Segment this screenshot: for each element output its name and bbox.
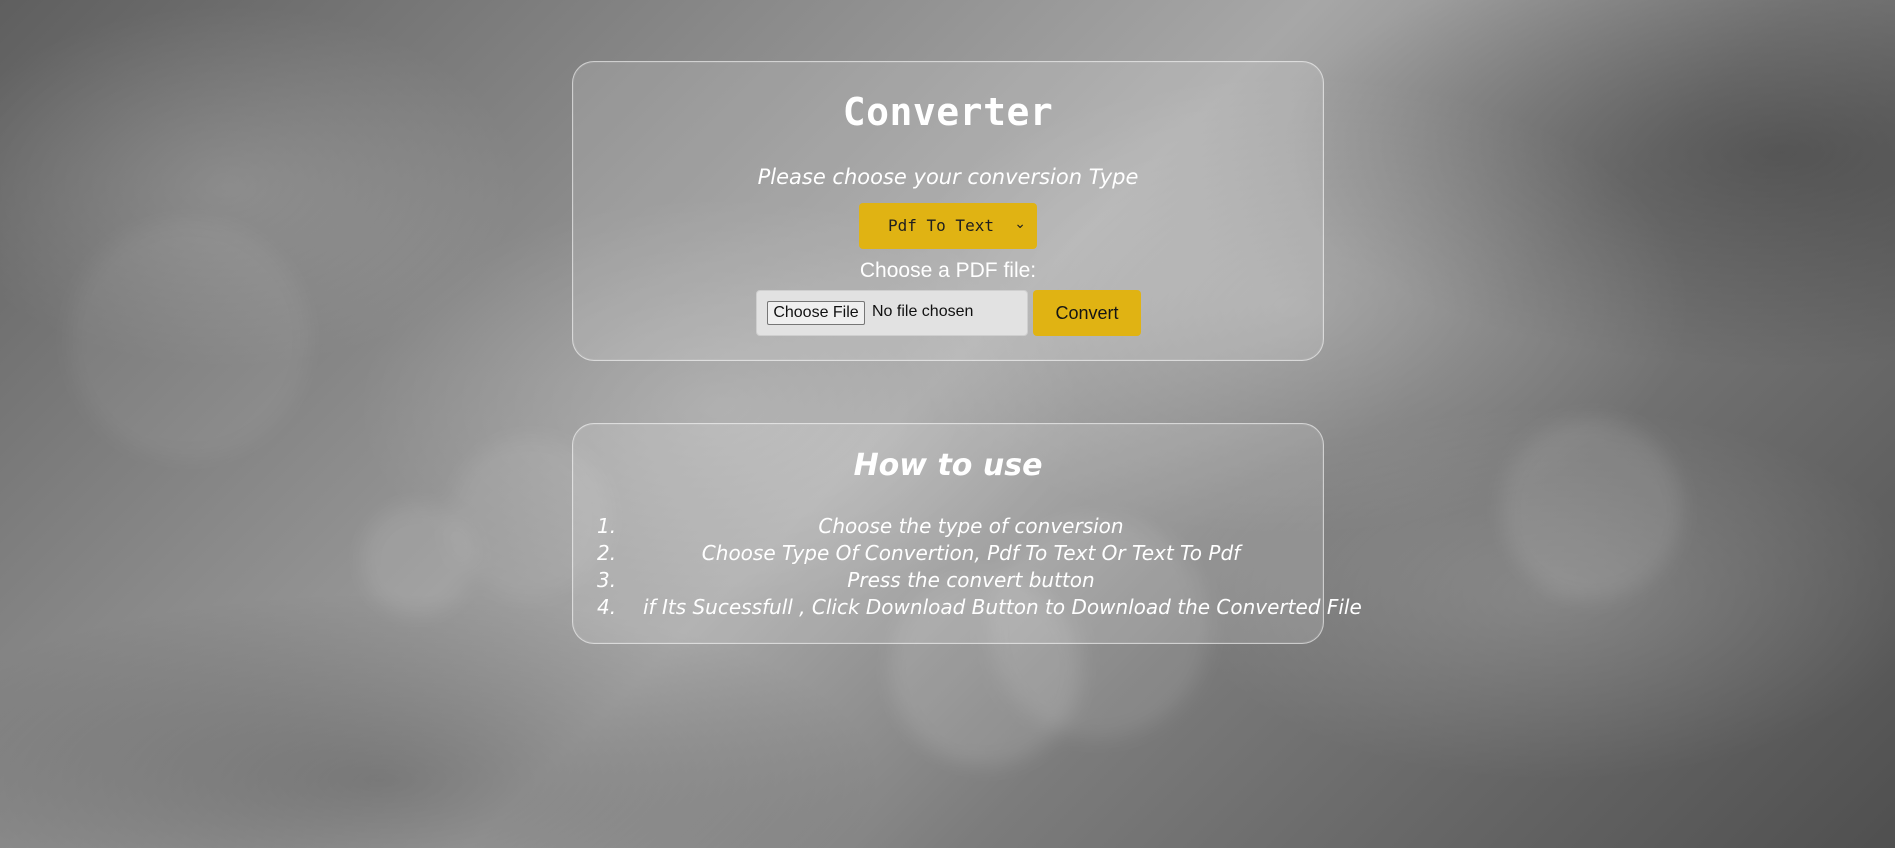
conversion-type-select[interactable]: Pdf To Text ⌄ xyxy=(859,203,1037,249)
step-text: Choose the type of conversion xyxy=(818,514,1124,538)
how-to-use-card: How to use 1. Choose the type of convers… xyxy=(572,423,1362,644)
converter-title: Converter xyxy=(842,90,1054,134)
converter-card: Converter Please choose your conversion … xyxy=(572,61,1324,361)
pdf-file-input[interactable]: Choose File No file chosen xyxy=(756,290,1028,336)
selected-conversion-type: Pdf To Text xyxy=(888,216,994,235)
step-number: 2. xyxy=(597,541,617,565)
chevron-down-icon: ⌄ xyxy=(1014,216,1026,232)
list-item: 3. Press the convert button xyxy=(573,568,1323,595)
step-text: Choose Type Of Convertion, Pdf To Text O… xyxy=(701,541,1241,565)
pdf-file-label: Choose a PDF file: xyxy=(859,259,1037,282)
convert-button[interactable]: Convert xyxy=(1033,290,1141,336)
choose-file-button[interactable]: Choose File xyxy=(767,301,865,325)
list-item: 4. if Its Sucessfull , Click Download Bu… xyxy=(573,595,1362,622)
step-text: if Its Sucessfull , Click Download Butto… xyxy=(643,595,1362,619)
step-number: 1. xyxy=(597,514,617,538)
how-to-use-title: How to use xyxy=(853,448,1043,483)
file-status-text: No file chosen xyxy=(872,303,974,320)
list-item: 2. Choose Type Of Convertion, Pdf To Tex… xyxy=(573,541,1323,568)
step-text: Press the convert button xyxy=(847,568,1095,592)
list-item: 1. Choose the type of conversion xyxy=(573,514,1323,541)
step-number: 3. xyxy=(597,568,617,592)
conversion-type-prompt: Please choose your conversion Type xyxy=(757,165,1139,189)
how-to-use-steps: 1. Choose the type of conversion 2. Choo… xyxy=(573,514,1362,622)
step-number: 4. xyxy=(597,595,617,619)
